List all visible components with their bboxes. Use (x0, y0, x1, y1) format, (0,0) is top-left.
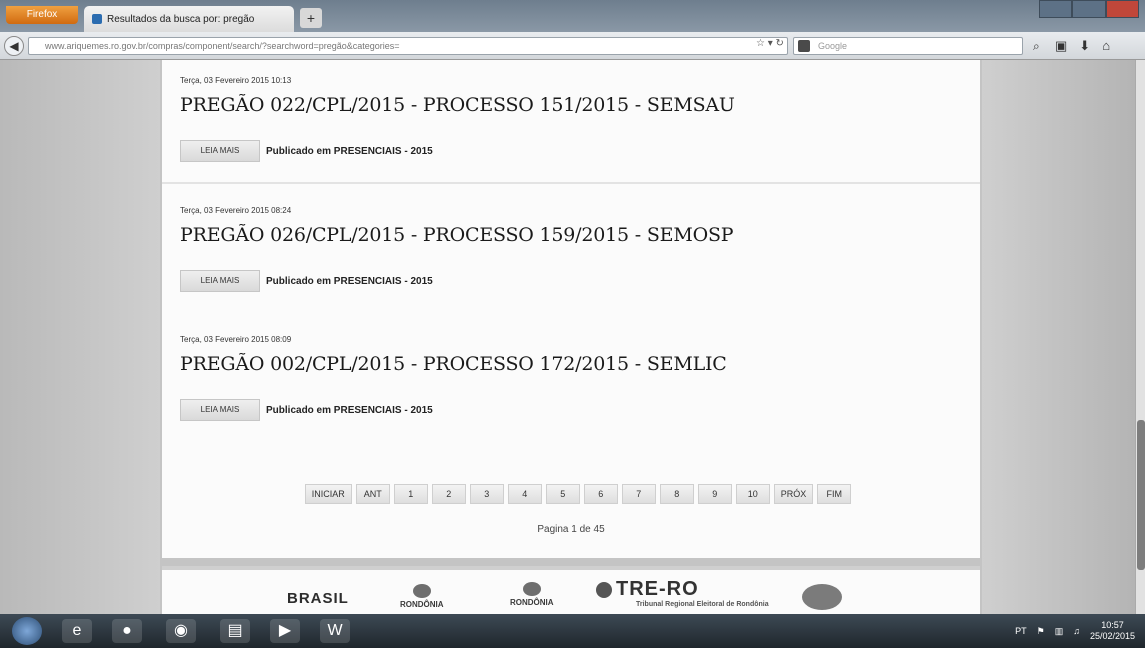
tab-search-results[interactable]: Resultados da busca por: pregão (84, 6, 294, 32)
internet-explorer-icon[interactable]: e (62, 619, 92, 643)
category-link[interactable]: PRESENCIAIS - 2015 (334, 146, 433, 157)
toolbar-icons: ▣ ⬇ ⌂ (1055, 38, 1110, 54)
chrome-icon[interactable]: ● (112, 619, 142, 643)
result-date: Terça, 03 Fevereiro 2015 10:13 (180, 76, 292, 85)
clock-date: 25/02/2015 (1089, 631, 1135, 641)
flag-icon[interactable]: ⚑ (1037, 626, 1045, 637)
page-scrollbar[interactable] (1135, 60, 1145, 614)
page-number-6[interactable]: 6 (583, 484, 618, 504)
clock[interactable]: 10:57 25/02/2015 (1090, 620, 1135, 642)
word-icon[interactable]: W (320, 619, 350, 643)
result-meta: LEIA MAIS Publicado em PRESENCIAIS - 201… (180, 140, 960, 162)
firefox-icon[interactable]: ◉ (166, 619, 196, 643)
rondonia-flag-icon (522, 582, 541, 596)
tre-seal-icon (596, 582, 612, 598)
home-icon[interactable]: ⌂ (1102, 38, 1110, 54)
result-divider (162, 182, 980, 184)
result-title-link[interactable]: PREGÃO 022/CPL/2015 - PROCESSO 151/2015 … (180, 94, 960, 116)
brasil-logo[interactable]: BRASIL (287, 590, 349, 607)
volume-icon[interactable]: ♫ (1073, 626, 1080, 636)
address-bar[interactable]: www.ariquemes.ro.gov.br/compras/componen… (28, 37, 788, 55)
category-link[interactable]: PRESENCIAIS - 2015 (334, 405, 433, 416)
google-icon (798, 40, 810, 52)
page-number-3[interactable]: 3 (469, 484, 504, 504)
windows-taskbar: e ● ◉ ▤ ▶ W PT ⚑ ▥ ♫ 10:57 25/02/2015 (0, 614, 1145, 648)
rondonia-emblem-icon (412, 584, 431, 598)
tre-ro-logo[interactable]: TRE-RO Tribunal Regional Eleitoral de Ro… (596, 578, 769, 608)
minimize-button[interactable] (1039, 0, 1073, 18)
tre-ro-subtitle: Tribunal Regional Eleitoral de Rondônia (636, 601, 769, 608)
page-number-7[interactable]: 7 (621, 484, 656, 504)
maximize-button[interactable] (1072, 0, 1106, 18)
read-more-button[interactable]: LEIA MAIS (180, 270, 260, 292)
published-in: Publicado em PRESENCIAIS - 2015 (266, 146, 433, 157)
search-icon[interactable]: ⌕ (1033, 39, 1040, 54)
result-item: Terça, 03 Fevereiro 2015 08:09 PREGÃO 00… (180, 335, 960, 421)
download-icon[interactable]: ⬇ (1079, 38, 1090, 54)
page-next-button[interactable]: PRÓX (773, 484, 814, 504)
page-number-4[interactable]: 4 (507, 484, 542, 504)
browser-tab-bar: Firefox Resultados da busca por: pregão … (0, 0, 1145, 32)
firefox-menu-button[interactable]: Firefox (6, 6, 78, 24)
language-indicator[interactable]: PT (1015, 626, 1027, 636)
published-in: Publicado em PRESENCIAIS - 2015 (266, 405, 433, 416)
search-placeholder: Google (818, 41, 848, 51)
partner-emblem-icon[interactable] (802, 584, 842, 610)
published-in: Publicado em PRESENCIAIS - 2015 (266, 276, 433, 287)
system-tray: PT ⚑ ▥ ♫ 10:57 25/02/2015 (1015, 620, 1135, 642)
partner-logos-footer: BRASIL RONDÔNIA RONDÔNIA TRE-RO Tribunal… (162, 566, 980, 614)
window-controls (1039, 0, 1139, 20)
rondonia-gov-logo-text: RONDÔNIA (510, 598, 554, 607)
page-background-right (982, 60, 1135, 614)
result-title-link[interactable]: PREGÃO 026/CPL/2015 - PROCESSO 159/2015 … (180, 224, 960, 246)
start-button[interactable] (12, 617, 42, 645)
result-date: Terça, 03 Fevereiro 2015 08:24 (180, 206, 292, 215)
result-title-link[interactable]: PREGÃO 002/CPL/2015 - PROCESSO 172/2015 … (180, 353, 960, 375)
search-results-panel: Terça, 03 Fevereiro 2015 10:13 PREGÃO 02… (162, 60, 980, 558)
published-label: Publicado em (266, 275, 332, 287)
result-item: Terça, 03 Fevereiro 2015 10:13 PREGÃO 02… (180, 76, 960, 162)
result-meta: LEIA MAIS Publicado em PRESENCIAIS - 201… (180, 399, 960, 421)
result-meta: LEIA MAIS Publicado em PRESENCIAIS - 201… (180, 270, 960, 292)
pocket-icon[interactable]: ▣ (1055, 38, 1067, 54)
tre-ro-logo-text: TRE-RO (616, 578, 699, 600)
rondonia-logo-text: RONDÔNIA (400, 600, 444, 609)
read-more-button[interactable]: LEIA MAIS (180, 399, 260, 421)
published-label: Publicado em (266, 145, 332, 157)
tab-title: Resultados da busca por: pregão (107, 13, 255, 25)
site-favicon-icon (92, 14, 102, 24)
page-first-button[interactable]: INICIAR (304, 484, 352, 504)
page-number-10[interactable]: 10 (735, 484, 770, 504)
close-window-button[interactable] (1105, 0, 1139, 18)
media-player-icon[interactable]: ▶ (270, 619, 300, 643)
page-viewport: Terça, 03 Fevereiro 2015 10:13 PREGÃO 02… (0, 60, 1145, 614)
rondonia-gov-logo[interactable]: RONDÔNIA (510, 582, 554, 607)
result-date: Terça, 03 Fevereiro 2015 08:09 (180, 335, 292, 344)
clock-time: 10:57 (1101, 620, 1124, 630)
network-icon[interactable]: ▥ (1055, 626, 1064, 637)
new-tab-button[interactable]: + (300, 8, 322, 28)
bookmark-star-icon[interactable]: ☆ ▾ ↻ (756, 38, 784, 49)
file-explorer-icon[interactable]: ▤ (220, 619, 250, 643)
published-label: Publicado em (266, 404, 332, 416)
page-number-9[interactable]: 9 (697, 484, 732, 504)
page-prev-button[interactable]: ANT (355, 484, 390, 504)
category-link[interactable]: PRESENCIAIS - 2015 (334, 276, 433, 287)
search-input[interactable]: Google (793, 37, 1023, 55)
page-background-left (0, 60, 160, 614)
scrollbar-thumb[interactable] (1137, 420, 1145, 570)
page-number-1[interactable]: 1 (393, 484, 428, 504)
browser-nav-bar: ◀ www.ariquemes.ro.gov.br/compras/compon… (0, 32, 1145, 60)
rondonia-logo[interactable]: RONDÔNIA (400, 584, 444, 609)
page-number-8[interactable]: 8 (659, 484, 694, 504)
page-info: Pagina 1 de 45 (537, 524, 605, 535)
pagination: INICIAR ANT 1 2 3 4 5 6 7 8 9 10 PRÓX FI… (258, 484, 898, 504)
back-arrow-icon[interactable]: ◀ (4, 36, 24, 56)
page-number-5[interactable]: 5 (545, 484, 580, 504)
read-more-button[interactable]: LEIA MAIS (180, 140, 260, 162)
page-number-2[interactable]: 2 (431, 484, 466, 504)
page-last-button[interactable]: FIM (817, 484, 852, 504)
result-item: Terça, 03 Fevereiro 2015 08:24 PREGÃO 02… (180, 206, 960, 292)
